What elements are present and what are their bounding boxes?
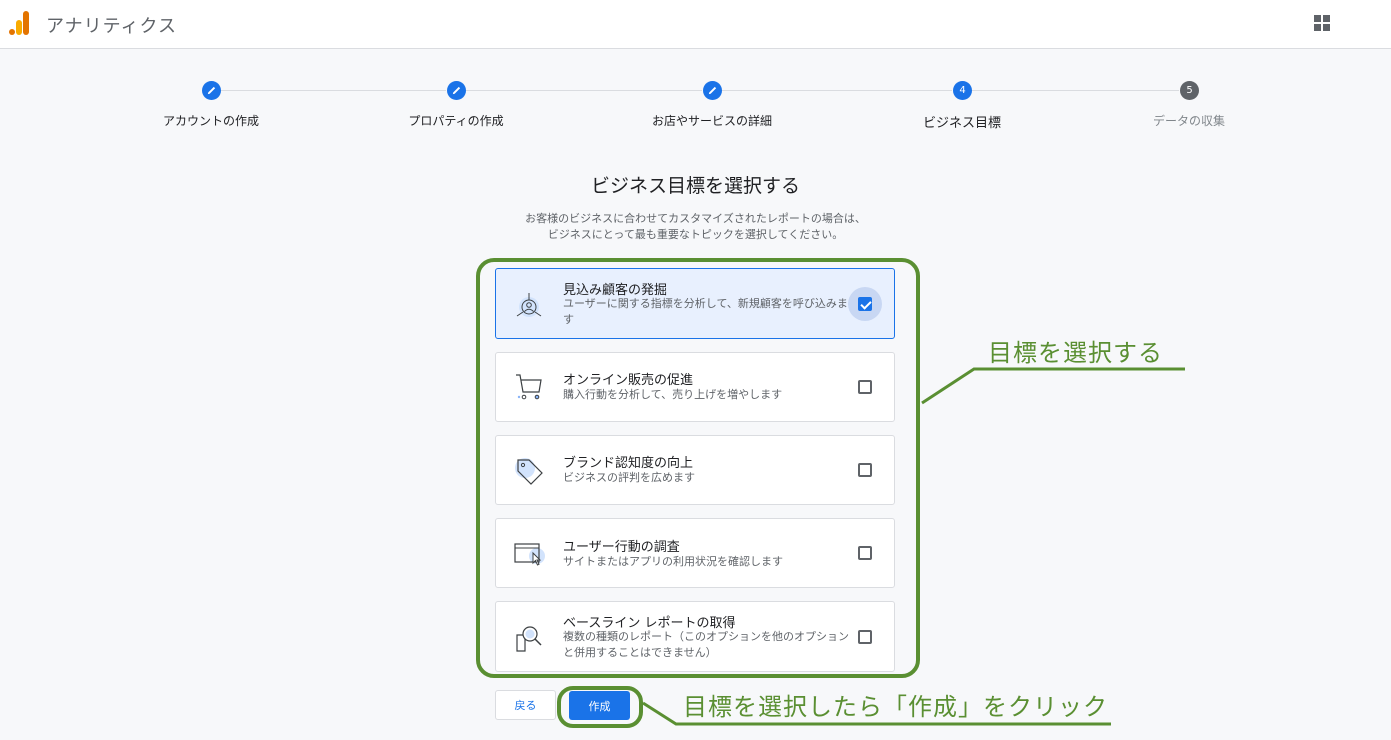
- step-label-property[interactable]: プロパティの作成: [408, 112, 503, 129]
- step-4-number: 4: [953, 81, 972, 100]
- page-subtitle: お客様のビジネスに合わせてカスタマイズされたレポートの場合は、 ビジネスにとって…: [0, 211, 1391, 243]
- apps-grid-icon[interactable]: [1314, 15, 1330, 31]
- annotation-highlight-options: [476, 258, 920, 678]
- page-title: ビジネス目標を選択する: [590, 175, 800, 197]
- subtitle-line-1: お客様のビジネスに合わせてカスタマイズされたレポートの場合は、: [525, 212, 866, 225]
- step-5-number: 5: [1180, 81, 1199, 100]
- step-label-data-collection: データの収集: [1152, 114, 1226, 128]
- step-2-edit-icon[interactable]: [447, 81, 466, 100]
- create-button[interactable]: 作成: [569, 691, 630, 720]
- stepper-connector: [972, 90, 1179, 91]
- subtitle-line-2: ビジネスにとって最も重要なトピックを選択してください。: [547, 228, 844, 241]
- top-app-bar: アナリティクス: [0, 0, 1391, 49]
- stepper-connector: [466, 90, 702, 91]
- stepper-connector: [722, 90, 952, 91]
- back-button[interactable]: 戻る: [495, 690, 556, 720]
- step-label-business-details[interactable]: お店やサービスの詳細: [652, 112, 772, 129]
- analytics-logo-icon[interactable]: [9, 11, 31, 35]
- annotation-select-goal: 目標を選択する: [988, 339, 1163, 367]
- step-label-account[interactable]: アカウントの作成: [163, 112, 259, 129]
- stepper-connector: [221, 90, 446, 91]
- step-1-edit-icon[interactable]: [202, 81, 221, 100]
- app-title: アナリティクス: [46, 16, 178, 37]
- step-label-business-goals: ビジネス目標: [922, 116, 1002, 131]
- step-3-edit-icon[interactable]: [703, 81, 722, 100]
- annotation-click-create: 目標を選択したら「作成」をクリック: [683, 693, 1108, 721]
